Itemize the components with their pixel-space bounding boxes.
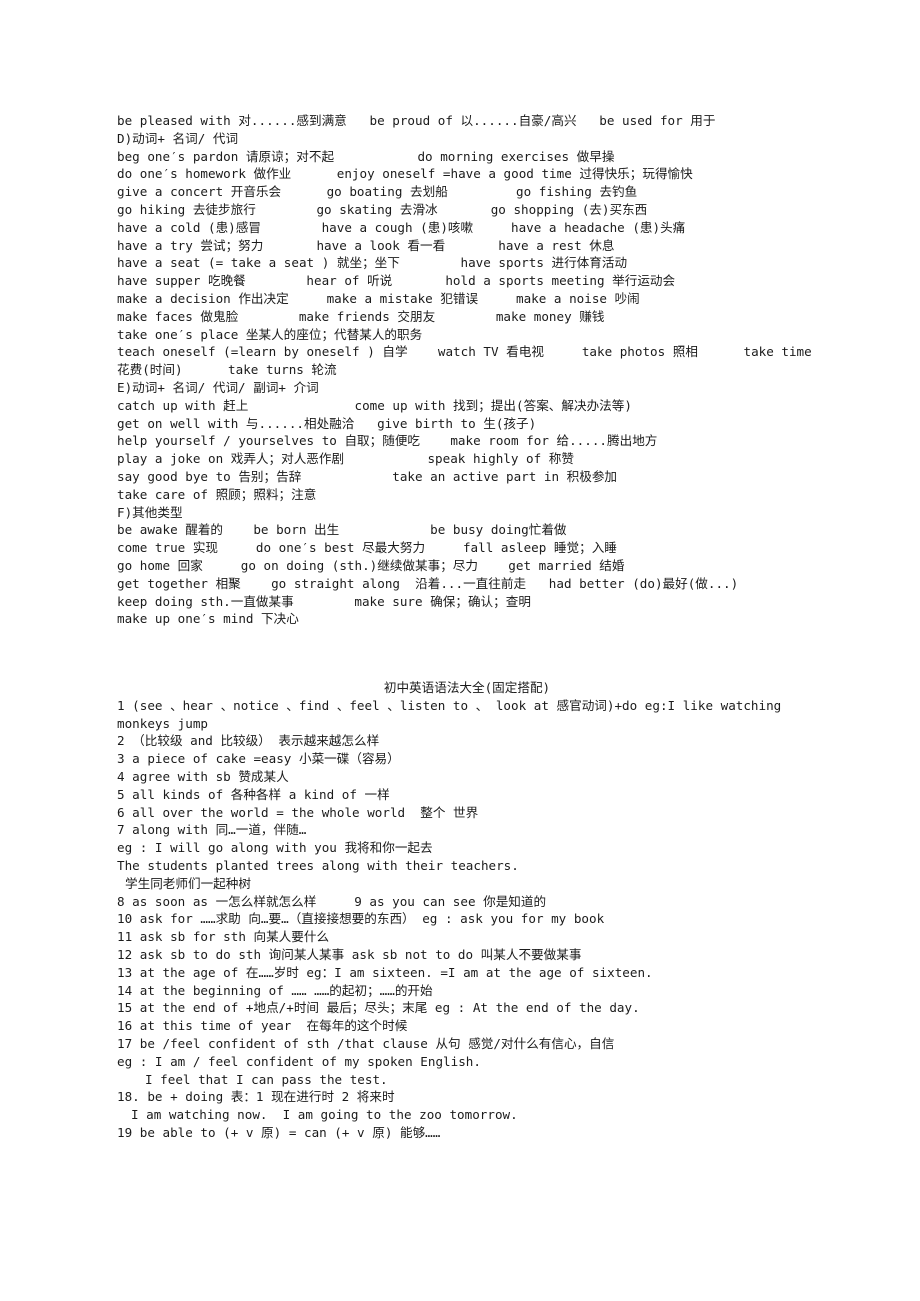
phrase-list-section: be pleased with 对......感到满意 be proud of … [117,112,817,628]
phrase-line: teach oneself (=learn by oneself ) 自学 wa… [117,344,820,378]
phrase-line: have a try 尝试；努力 have a look 看一看 have a … [117,237,615,253]
grammar-line: 15 at the end of +地点/+时间 最后；尽头；末尾 eg : A… [117,1000,640,1016]
grammar-line: 3 a piece of cake =easy 小菜一碟（容易） [117,751,400,767]
grammar-line: 10 ask for ……求助 向…要…（直接接想要的东西） eg : ask … [117,911,605,927]
grammar-line: 学生同老师们一起种树 [125,875,251,891]
grammar-line: I am watching now. I am going to the zoo… [131,1107,518,1123]
grammar-line: 2 （比较级 and 比较级） 表示越来越怎么样 [117,733,380,749]
grammar-line: 17 be /feel confident of sth /that claus… [117,1035,615,1051]
grammar-list-section: 初中英语语法大全(固定搭配) 1 (see 、hear 、notice 、fin… [117,679,817,1142]
grammar-line: 4 agree with sb 赞成某人 [117,768,289,784]
phrase-line: be pleased with 对......感到满意 be proud of … [117,113,716,128]
phrase-line: say good bye to 告别；告辞 take an active par… [117,468,618,484]
phrase-line: F)其他类型 [117,504,183,520]
phrase-line: beg one′s pardon 请原谅；对不起 do morning exer… [117,148,615,164]
phrase-line: give a concert 开音乐会 go boating 去划船 go fi… [117,184,638,200]
grammar-line: 6 all over the world = the whole world 整… [117,804,479,820]
grammar-line: 13 at the age of 在……岁时 eg：I am sixteen. … [117,964,653,980]
grammar-line: 5 all kinds of 各种各样 a kind of 一样 [117,786,390,802]
phrase-lines-container: be pleased with 对......感到满意 be proud of … [117,112,817,628]
phrase-line: help yourself / yourselves to 自取；随便吃 mak… [117,433,658,449]
phrase-line: get on well with 与......相处融洽 give birth … [117,415,537,431]
phrase-line: have a seat (= take a seat ) 就坐；坐下 have … [117,255,628,271]
grammar-line: eg : I am / feel confident of my spoken … [117,1053,481,1069]
document-page: be pleased with 对......感到满意 be proud of … [0,0,920,1301]
phrase-line: do one′s homework 做作业 enjoy oneself =hav… [117,166,693,182]
grammar-line: 19 be able to (+ v 原) = can (+ v 原) 能够…… [117,1124,441,1140]
phrase-line: make a decision 作出决定 make a mistake 犯错误 … [117,290,640,306]
grammar-lines-container: 1 (see 、hear 、notice 、find 、feel 、listen… [117,697,817,1142]
phrase-line: come true 实现 do one′s best 尽最大努力 fall as… [117,540,617,556]
grammar-line: 8 as soon as 一怎么样就怎么样 9 as you can see 你… [117,893,547,909]
grammar-line: 1 (see 、hear 、notice 、find 、feel 、listen… [117,697,789,731]
grammar-line: 12 ask sb to do sth 询问某人某事 ask sb not to… [117,946,582,962]
phrase-line: play a joke on 戏弄人；对人恶作剧 speak highly of… [117,451,574,467]
phrase-line: go hiking 去徒步旅行 go skating 去滑冰 go shoppi… [117,201,648,217]
grammar-line: 11 ask sb for sth 向某人要什么 [117,929,330,945]
grammar-line: 14 at the beginning of …… ……的起初；……的开始 [117,982,433,998]
phrase-line: have supper 吃晚餐 hear of 听说 hold a sports… [117,273,676,289]
grammar-line: 16 at this time of year 在每年的这个时候 [117,1018,408,1034]
phrase-line: take care of 照顾；照料；注意 [117,486,317,502]
phrase-line: get together 相聚 go straight along 沿着...一… [117,575,739,591]
phrase-line: make up one′s mind 下决心 [117,611,299,627]
phrase-line: D)动词+ 名词/ 代词 [117,130,239,146]
grammar-line: 7 along with 同…一道，伴随… [117,822,307,838]
grammar-line: eg : I will go along with you 我将和你一起去 [117,840,433,856]
phrase-line: take one′s place 坐某人的座位；代替某人的职务 [117,326,423,342]
phrase-line: be awake 醒着的 be born 出生 be busy doing忙着做 [117,522,567,538]
phrase-line: keep doing sth.一直做某事 make sure 确保；确认；查明 [117,593,531,609]
phrase-line: go home 回家 go on doing (sth.)继续做某事；尽力 ge… [117,557,625,573]
grammar-section-title: 初中英语语法大全(固定搭配) [383,680,551,695]
grammar-line: 18. be + doing 表：1 现在进行时 2 将来时 [117,1089,395,1105]
phrase-line: have a cold (患)感冒 have a cough (患)咳嗽 hav… [117,219,686,235]
phrase-line: E)动词+ 名词/ 代词/ 副词+ 介词 [117,379,319,395]
phrase-line: catch up with 赶上 come up with 找到；提出(答案、解… [117,397,632,413]
grammar-line: The students planted trees along with th… [117,857,519,873]
grammar-line: I feel that I can pass the test. [145,1071,388,1087]
phrase-line: make faces 做鬼脸 make friends 交朋友 make mon… [117,308,605,324]
